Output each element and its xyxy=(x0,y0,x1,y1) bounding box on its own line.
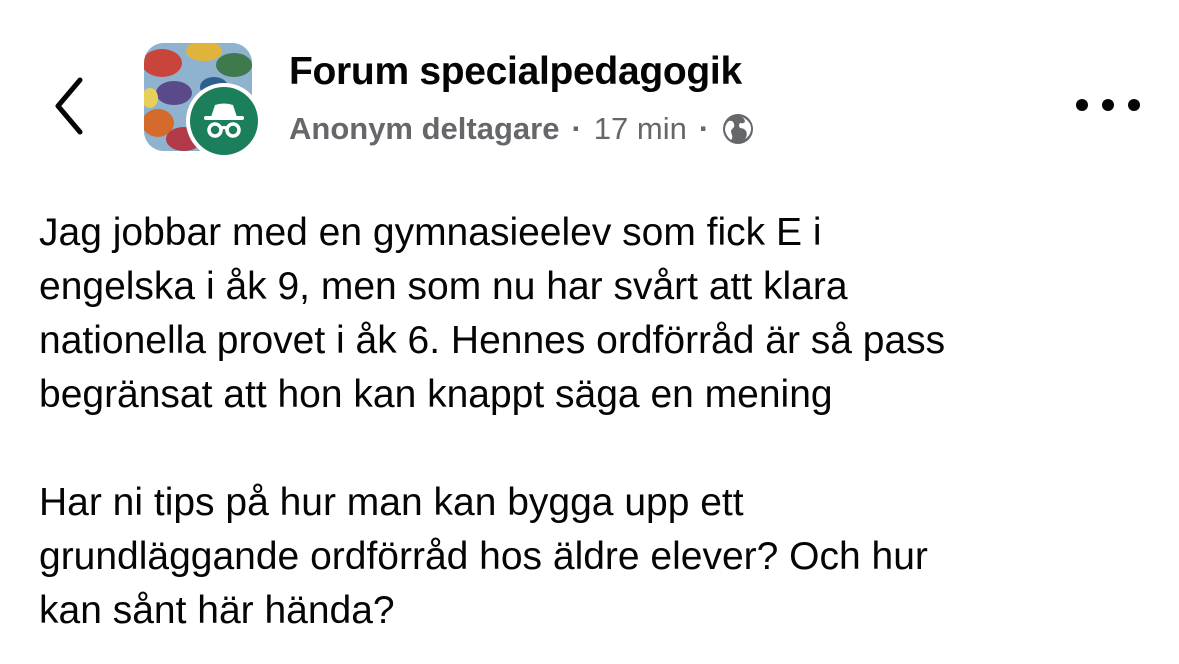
more-horizontal-icon xyxy=(1128,99,1140,111)
anonymous-badge xyxy=(186,83,262,159)
meta-separator: · xyxy=(698,111,710,146)
author-name[interactable]: Anonym deltagare xyxy=(289,111,559,147)
more-options-button[interactable] xyxy=(1076,90,1140,120)
group-name-link[interactable]: Forum specialpedagogik xyxy=(289,50,742,94)
incognito-icon xyxy=(204,103,244,138)
back-button[interactable] xyxy=(40,66,100,146)
meta-separator: · xyxy=(571,111,582,146)
post-meta: Anonym deltagare · 17 min · xyxy=(289,109,755,149)
post-timestamp[interactable]: 17 min xyxy=(594,111,687,147)
post-body: Jag jobbar med en gymnasieelev som fick … xyxy=(39,206,1159,638)
post-paragraph: Har ni tips på hur man kan bygga upp ett… xyxy=(39,481,928,632)
more-horizontal-icon xyxy=(1076,99,1088,111)
chevron-left-icon xyxy=(55,77,83,135)
post-paragraph: Jag jobbar med en gymnasieelev som fick … xyxy=(39,211,946,416)
more-horizontal-icon xyxy=(1102,99,1114,111)
globe-icon[interactable] xyxy=(721,112,755,146)
